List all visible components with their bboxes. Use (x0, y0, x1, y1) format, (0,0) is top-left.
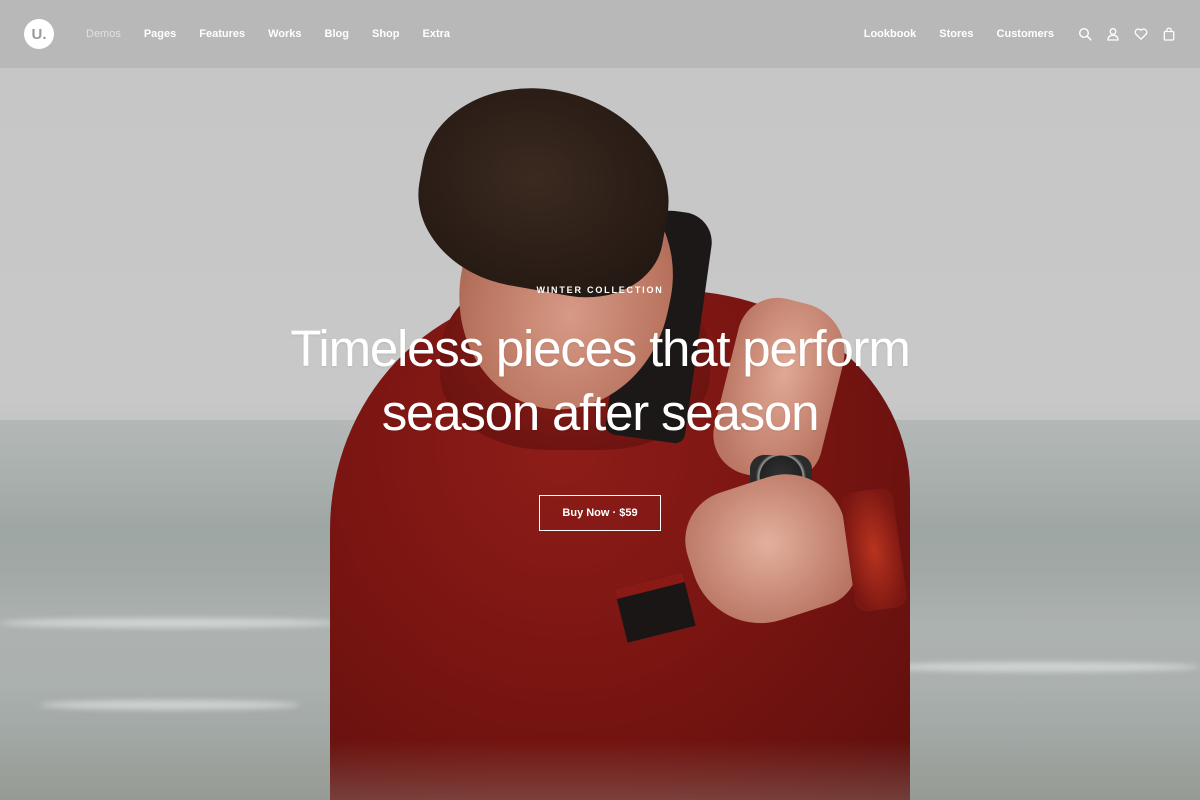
nav-demos[interactable]: Demos (86, 28, 121, 40)
hero-copy: WINTER COLLECTION Timeless pieces that p… (0, 285, 1200, 531)
nav-features[interactable]: Features (199, 28, 245, 40)
foreground-grass (0, 740, 1200, 800)
wave-foam (880, 662, 1200, 672)
user-icon[interactable] (1106, 27, 1120, 41)
model-hair (404, 69, 686, 311)
headline-line-2: season after season (381, 384, 820, 441)
nav-customers[interactable]: Customers (997, 28, 1054, 40)
wave-foam (40, 700, 300, 710)
secondary-nav: Lookbook Stores Customers (841, 28, 1054, 40)
logo[interactable]: U. (24, 19, 54, 49)
nav-works[interactable]: Works (268, 28, 301, 40)
header-icons (1078, 27, 1176, 41)
collection-label: WINTER COLLECTION (536, 285, 664, 295)
search-icon[interactable] (1078, 27, 1092, 41)
bag-icon[interactable] (1162, 27, 1176, 41)
buy-now-button[interactable]: Buy Now · $59 (539, 495, 661, 531)
primary-nav: Demos Pages Features Works Blog Shop Ext… (86, 28, 473, 40)
nav-lookbook[interactable]: Lookbook (864, 28, 917, 40)
nav-pages[interactable]: Pages (144, 28, 176, 40)
nav-shop[interactable]: Shop (372, 28, 400, 40)
wave-foam (0, 618, 340, 628)
headline-line-1: Timeless pieces that perform (290, 320, 910, 377)
nav-extra[interactable]: Extra (423, 28, 451, 40)
site-header: U. Demos Pages Features Works Blog Shop … (0, 0, 1200, 68)
nav-stores[interactable]: Stores (939, 28, 973, 40)
nav-blog[interactable]: Blog (325, 28, 349, 40)
hero-headline: Timeless pieces that perform season afte… (0, 317, 1200, 445)
heart-icon[interactable] (1134, 27, 1148, 41)
